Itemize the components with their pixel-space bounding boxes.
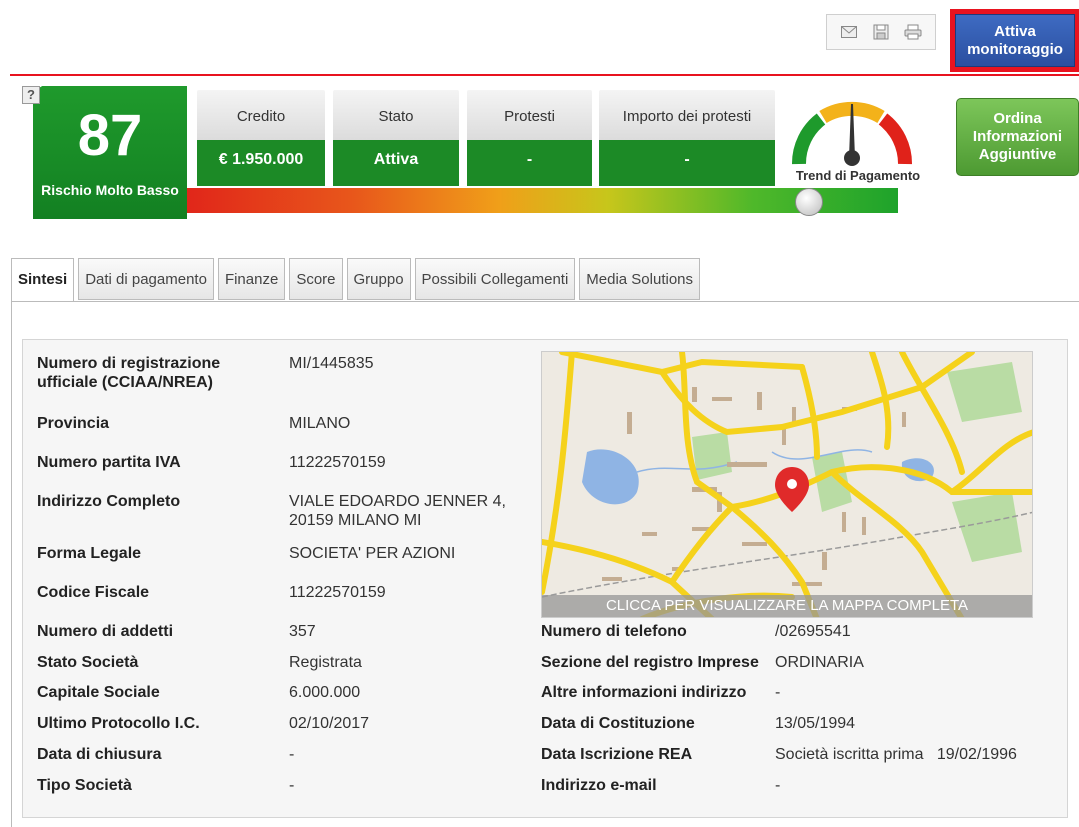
- detail-value: 02/10/2017: [289, 715, 370, 732]
- tab-media-solutions[interactable]: Media Solutions: [579, 258, 701, 300]
- metric-value: € 1.950.000: [197, 140, 325, 186]
- detail-label: Ultimo Protocollo I.C.: [37, 715, 200, 732]
- metric-title: Importo dei protesti: [599, 90, 775, 140]
- header-divider: [10, 74, 1079, 76]
- detail-label: Numero partita IVA: [37, 454, 181, 471]
- tab-possibili-collegamenti[interactable]: Possibili Collegamenti: [414, 258, 576, 300]
- detail-label: Numero di addetti: [37, 623, 174, 640]
- detail-value: -: [289, 746, 295, 763]
- detail-label: Numero di registrazione ufficiale (CCIAA…: [37, 355, 221, 391]
- metric-value: Attiva: [333, 140, 459, 186]
- tab-score[interactable]: Score: [289, 258, 343, 300]
- help-icon[interactable]: ?: [22, 86, 40, 104]
- tab-gruppo[interactable]: Gruppo: [346, 258, 411, 300]
- detail-value: 6.000.000: [289, 684, 361, 701]
- detail-value: 13/05/1994: [775, 715, 856, 732]
- detail-value: MI/1445835: [289, 355, 374, 372]
- map-illustration: [542, 352, 1032, 617]
- metric-value: -: [467, 140, 592, 186]
- metric-title: Stato: [333, 90, 459, 140]
- tab-bar: Sintesi Dati di pagamento Finanze Score …: [11, 258, 704, 302]
- metric-title: Protesti: [467, 90, 592, 140]
- metric-value: -: [599, 140, 775, 186]
- detail-label: Capitale Sociale: [37, 684, 160, 701]
- risk-score-card: 87 Rischio Molto Basso: [33, 86, 187, 219]
- risk-score-label: Rischio Molto Basso: [41, 182, 179, 198]
- monitor-highlight: Attiva monitoraggio: [950, 9, 1079, 72]
- metric-title: Credito: [197, 90, 325, 140]
- detail-value: -: [775, 777, 781, 794]
- toolbar-icon-group: [826, 14, 936, 50]
- detail-value: Società iscritta prima 19/02/1996: [775, 746, 1017, 763]
- risk-score-value: 87: [77, 103, 143, 168]
- detail-label: Stato Società: [37, 654, 139, 671]
- detail-label: Data Iscrizione REA: [541, 746, 693, 763]
- metric-protesti: Protesti -: [467, 90, 592, 186]
- tab-sintesi[interactable]: Sintesi: [11, 258, 75, 302]
- risk-slider-knob: [795, 188, 823, 216]
- tab-dati-pagamento[interactable]: Dati di pagamento: [78, 258, 214, 300]
- detail-label: Data di Costituzione: [541, 715, 695, 732]
- detail-label: Tipo Società: [37, 777, 132, 794]
- detail-value: ORDINARIA: [775, 654, 864, 671]
- tab-finanze[interactable]: Finanze: [217, 258, 286, 300]
- mail-icon[interactable]: [838, 22, 860, 42]
- detail-value: MILANO: [289, 415, 351, 432]
- detail-label: Numero di telefono: [541, 623, 687, 640]
- detail-value: -: [289, 777, 295, 794]
- detail-value: 11222570159: [289, 454, 386, 471]
- risk-gradient-bar: [172, 188, 898, 213]
- detail-label: Indirizzo Completo: [37, 493, 181, 510]
- detail-label: Forma Legale: [37, 545, 142, 562]
- metric-credito: Credito € 1.950.000: [197, 90, 325, 186]
- location-map[interactable]: CLICCA PER VISUALIZZARE LA MAPPA COMPLET…: [541, 351, 1033, 618]
- detail-value: -: [775, 684, 781, 701]
- map-caption[interactable]: CLICCA PER VISUALIZZARE LA MAPPA COMPLET…: [542, 595, 1032, 617]
- detail-value: Registrata: [289, 654, 362, 671]
- metric-stato: Stato Attiva: [333, 90, 459, 186]
- detail-label: Codice Fiscale: [37, 584, 150, 601]
- order-info-button[interactable]: Ordina Informazioni Aggiuntive: [956, 98, 1079, 176]
- detail-label: Provincia: [37, 415, 110, 432]
- detail-value: VIALE EDOARDO JENNER 4, 20159 MILANO MI: [289, 493, 506, 529]
- save-icon[interactable]: [870, 22, 892, 42]
- detail-value: 11222570159: [289, 584, 386, 601]
- payment-trend-label: Trend di Pagamento: [795, 168, 921, 183]
- detail-label: Data di chiusura: [37, 746, 162, 763]
- metric-importo-protesti: Importo dei protesti -: [599, 90, 775, 186]
- detail-value: /02695541: [775, 623, 851, 640]
- detail-label: Sezione del registro Imprese: [541, 654, 759, 671]
- detail-label: Altre informazioni indirizzo: [541, 684, 747, 701]
- detail-value: 357: [289, 623, 316, 640]
- detail-value: SOCIETA' PER AZIONI: [289, 545, 456, 562]
- detail-label: Indirizzo e-mail: [541, 777, 657, 794]
- activate-monitoring-button[interactable]: Attiva monitoraggio: [955, 14, 1075, 67]
- print-icon[interactable]: [902, 22, 924, 42]
